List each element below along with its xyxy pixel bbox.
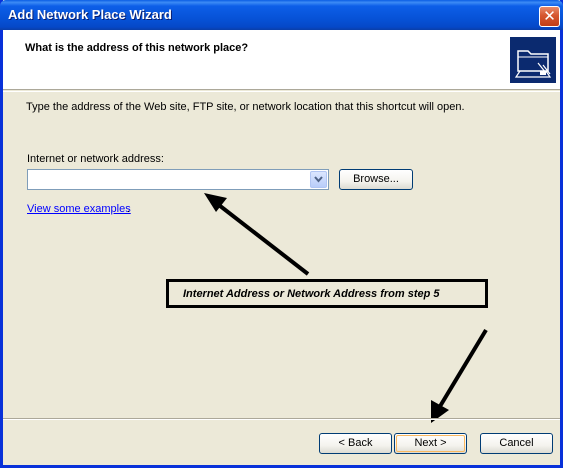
annotation-arrows (204, 193, 488, 423)
wizard-window: Add Network Place Wizard ✕ What is the a… (0, 0, 563, 468)
next-button[interactable]: Next > (394, 433, 467, 454)
arrow-to-address-field (204, 193, 310, 276)
arrow-to-next-button (431, 328, 488, 423)
footer-divider (3, 418, 560, 420)
back-button[interactable]: < Back (319, 433, 392, 454)
annotation-callout: Internet Address or Network Address from… (166, 279, 488, 308)
cancel-button[interactable]: Cancel (480, 433, 553, 454)
